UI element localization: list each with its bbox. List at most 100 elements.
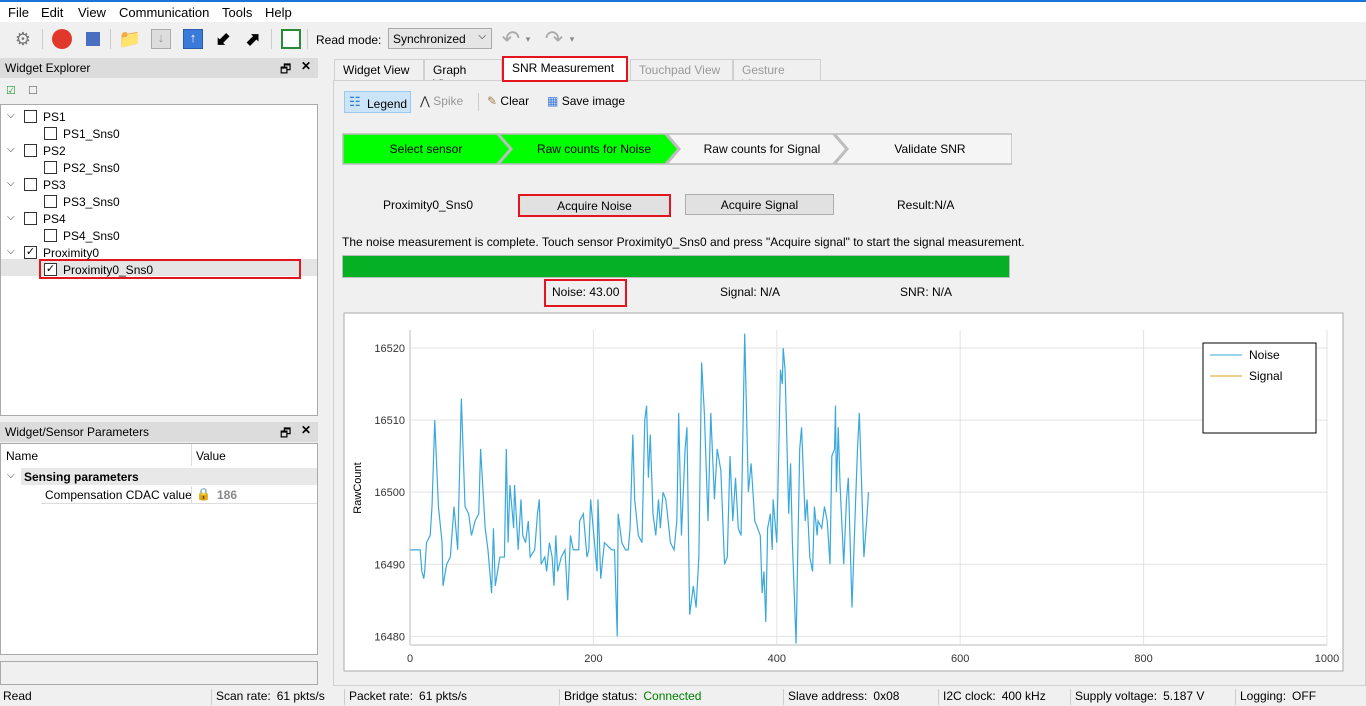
tree-item-widget[interactable]: PS2	[24, 142, 66, 159]
tree-item-sensor[interactable]: ✓ Proximity0_Sns0	[44, 261, 153, 278]
snr-panel	[333, 80, 1366, 686]
col-header-value: Value	[196, 449, 226, 463]
widget-tree: ⌵ PS1 PS1_Sns0 ⌵ PS2 PS2_Sns0 ⌵ PS3 PS3_Sn…	[0, 104, 318, 416]
step-label: Validate SNR	[894, 142, 966, 156]
logging-value: OFF	[1292, 689, 1317, 703]
i2c-label: I2C clock:	[943, 689, 996, 703]
scan-rate-value: 61 pkts/s	[276, 689, 325, 703]
download-icon[interactable]: ↓	[149, 27, 173, 51]
export-icon[interactable]: ⬈	[241, 27, 265, 51]
undo-dropdown-icon[interactable]: ▾	[522, 27, 534, 51]
packet-rate-value: 61 pkts/s	[419, 689, 468, 703]
acquire-signal-button[interactable]: Acquire Signal	[685, 194, 834, 215]
menu-communication[interactable]: Communication	[119, 5, 209, 20]
tree-item-widget[interactable]: ✓ Proximity0	[24, 244, 99, 261]
chevron-down-icon[interactable]: ⌵	[7, 470, 15, 481]
close-icon[interactable]: ✕	[301, 423, 311, 437]
logging-label: Logging:	[1240, 689, 1287, 703]
menu-bar: File Edit View Communication Tools Help	[0, 0, 1366, 22]
scan-rate-label: Scan rate:	[216, 689, 271, 703]
signal-value: Signal: N/A	[720, 285, 781, 299]
upload-icon[interactable]: ↑	[181, 27, 205, 51]
disconnect-icon[interactable]	[50, 27, 74, 51]
menu-tools[interactable]: Tools	[222, 5, 252, 20]
spike-button[interactable]: ⋀ Spike	[420, 94, 463, 108]
param-row[interactable]: Compensation CDAC value 🔒 186	[41, 486, 317, 504]
bridge-value: Connected	[643, 689, 702, 703]
save-image-button[interactable]: ▦ Save image	[547, 94, 625, 108]
menu-view[interactable]: View	[78, 5, 106, 20]
log-icon[interactable]	[279, 27, 303, 51]
noise-value: Noise: 43.00	[552, 285, 620, 299]
tree-item-sensor[interactable]: PS2_Sns0	[44, 159, 120, 176]
checkbox[interactable]	[24, 144, 37, 157]
close-icon[interactable]: ✕	[301, 59, 311, 73]
float-icon[interactable]: 🗗	[280, 60, 291, 81]
uncheck-all-icon[interactable]: ☐	[28, 84, 38, 97]
chart-image-icon: ▦	[547, 94, 559, 108]
separator	[307, 29, 308, 49]
gear-icon[interactable]: ⚙	[11, 27, 35, 51]
tab-snr-measurement[interactable]: SNR Measurement	[502, 56, 628, 82]
tree-item-sensor[interactable]: PS1_Sns0	[44, 125, 120, 142]
clear-button[interactable]: ✎ Clear	[487, 94, 529, 108]
chevron-down-icon[interactable]: ⌵	[7, 212, 15, 223]
checkbox[interactable]	[24, 110, 37, 123]
menu-edit[interactable]: Edit	[41, 5, 63, 20]
param-name: Compensation CDAC value	[45, 488, 192, 502]
tree-item-widget[interactable]: PS1	[24, 108, 66, 125]
tree-item-sensor[interactable]: PS4_Sns0	[44, 227, 120, 244]
tree-item-label: PS1_Sns0	[63, 126, 120, 141]
col-header-name: Name	[6, 449, 39, 463]
chevron-down-icon: ⌵	[478, 31, 486, 42]
tab-widget-view[interactable]: Widget View	[334, 59, 424, 80]
legend-icon: ☷	[349, 94, 361, 109]
legend-label: Legend	[367, 97, 408, 111]
lock-icon: 🔒	[196, 487, 211, 501]
voltage-label: Supply voltage:	[1075, 689, 1158, 703]
status-bar: Read Scan rate: 61 pkts/s Packet rate: 61 …	[0, 687, 1366, 706]
checkbox[interactable]	[44, 229, 57, 242]
checkbox[interactable]: ✓	[44, 263, 57, 276]
mode-status: Read	[3, 689, 32, 703]
read-mode-select[interactable]: Synchronized ⌵	[388, 28, 492, 49]
tab-graph-view[interactable]: Graph View	[424, 59, 502, 91]
redo-dropdown-icon[interactable]: ▾	[566, 27, 578, 51]
open-folder-icon[interactable]: 📁	[118, 27, 142, 51]
progress-bar	[342, 255, 1010, 278]
result-label: Result:N/A	[897, 198, 955, 212]
checkbox[interactable]: ✓	[24, 246, 37, 259]
chevron-down-icon[interactable]: ⌵	[7, 110, 15, 121]
stop-icon[interactable]	[81, 27, 105, 51]
tree-item-label: Proximity0	[43, 245, 100, 260]
separator	[110, 29, 111, 49]
checkbox[interactable]	[24, 178, 37, 191]
tab-gesture-view[interactable]: Gesture View	[733, 59, 821, 91]
group-row[interactable]: Sensing parameters	[21, 468, 317, 485]
tree-item-widget[interactable]: PS3	[24, 176, 66, 193]
chevron-down-icon[interactable]: ⌵	[7, 144, 15, 155]
checkbox[interactable]	[24, 212, 37, 225]
redo-icon[interactable]: ↷	[542, 26, 566, 51]
chevron-down-icon[interactable]: ⌵	[7, 178, 15, 189]
checkbox[interactable]	[44, 195, 57, 208]
import-icon[interactable]: ⬋	[211, 27, 235, 51]
acquire-noise-button[interactable]: Acquire Noise	[518, 194, 671, 217]
tree-item-label: PS2	[43, 143, 66, 158]
tree-item-widget[interactable]: PS4	[24, 210, 66, 227]
checkbox[interactable]	[44, 161, 57, 174]
menu-file[interactable]: File	[8, 5, 29, 20]
save-image-label: Save image	[561, 94, 626, 108]
float-icon[interactable]: 🗗	[280, 424, 291, 445]
tree-item-sensor[interactable]: PS3_Sns0	[44, 193, 120, 210]
status-message: The noise measurement is complete. Touch…	[342, 235, 1025, 249]
legend-button[interactable]: ☷ Legend	[344, 91, 411, 113]
undo-icon[interactable]: ↶	[499, 26, 523, 51]
menu-help[interactable]: Help	[265, 5, 292, 20]
check-all-icon[interactable]: ☑	[6, 84, 16, 97]
tree-item-label: Proximity0_Sns0	[63, 262, 154, 277]
tab-touchpad-view[interactable]: Touchpad View	[630, 59, 733, 80]
step-label: Select sensor	[389, 142, 463, 156]
checkbox[interactable]	[44, 127, 57, 140]
chevron-down-icon[interactable]: ⌵	[7, 246, 15, 257]
